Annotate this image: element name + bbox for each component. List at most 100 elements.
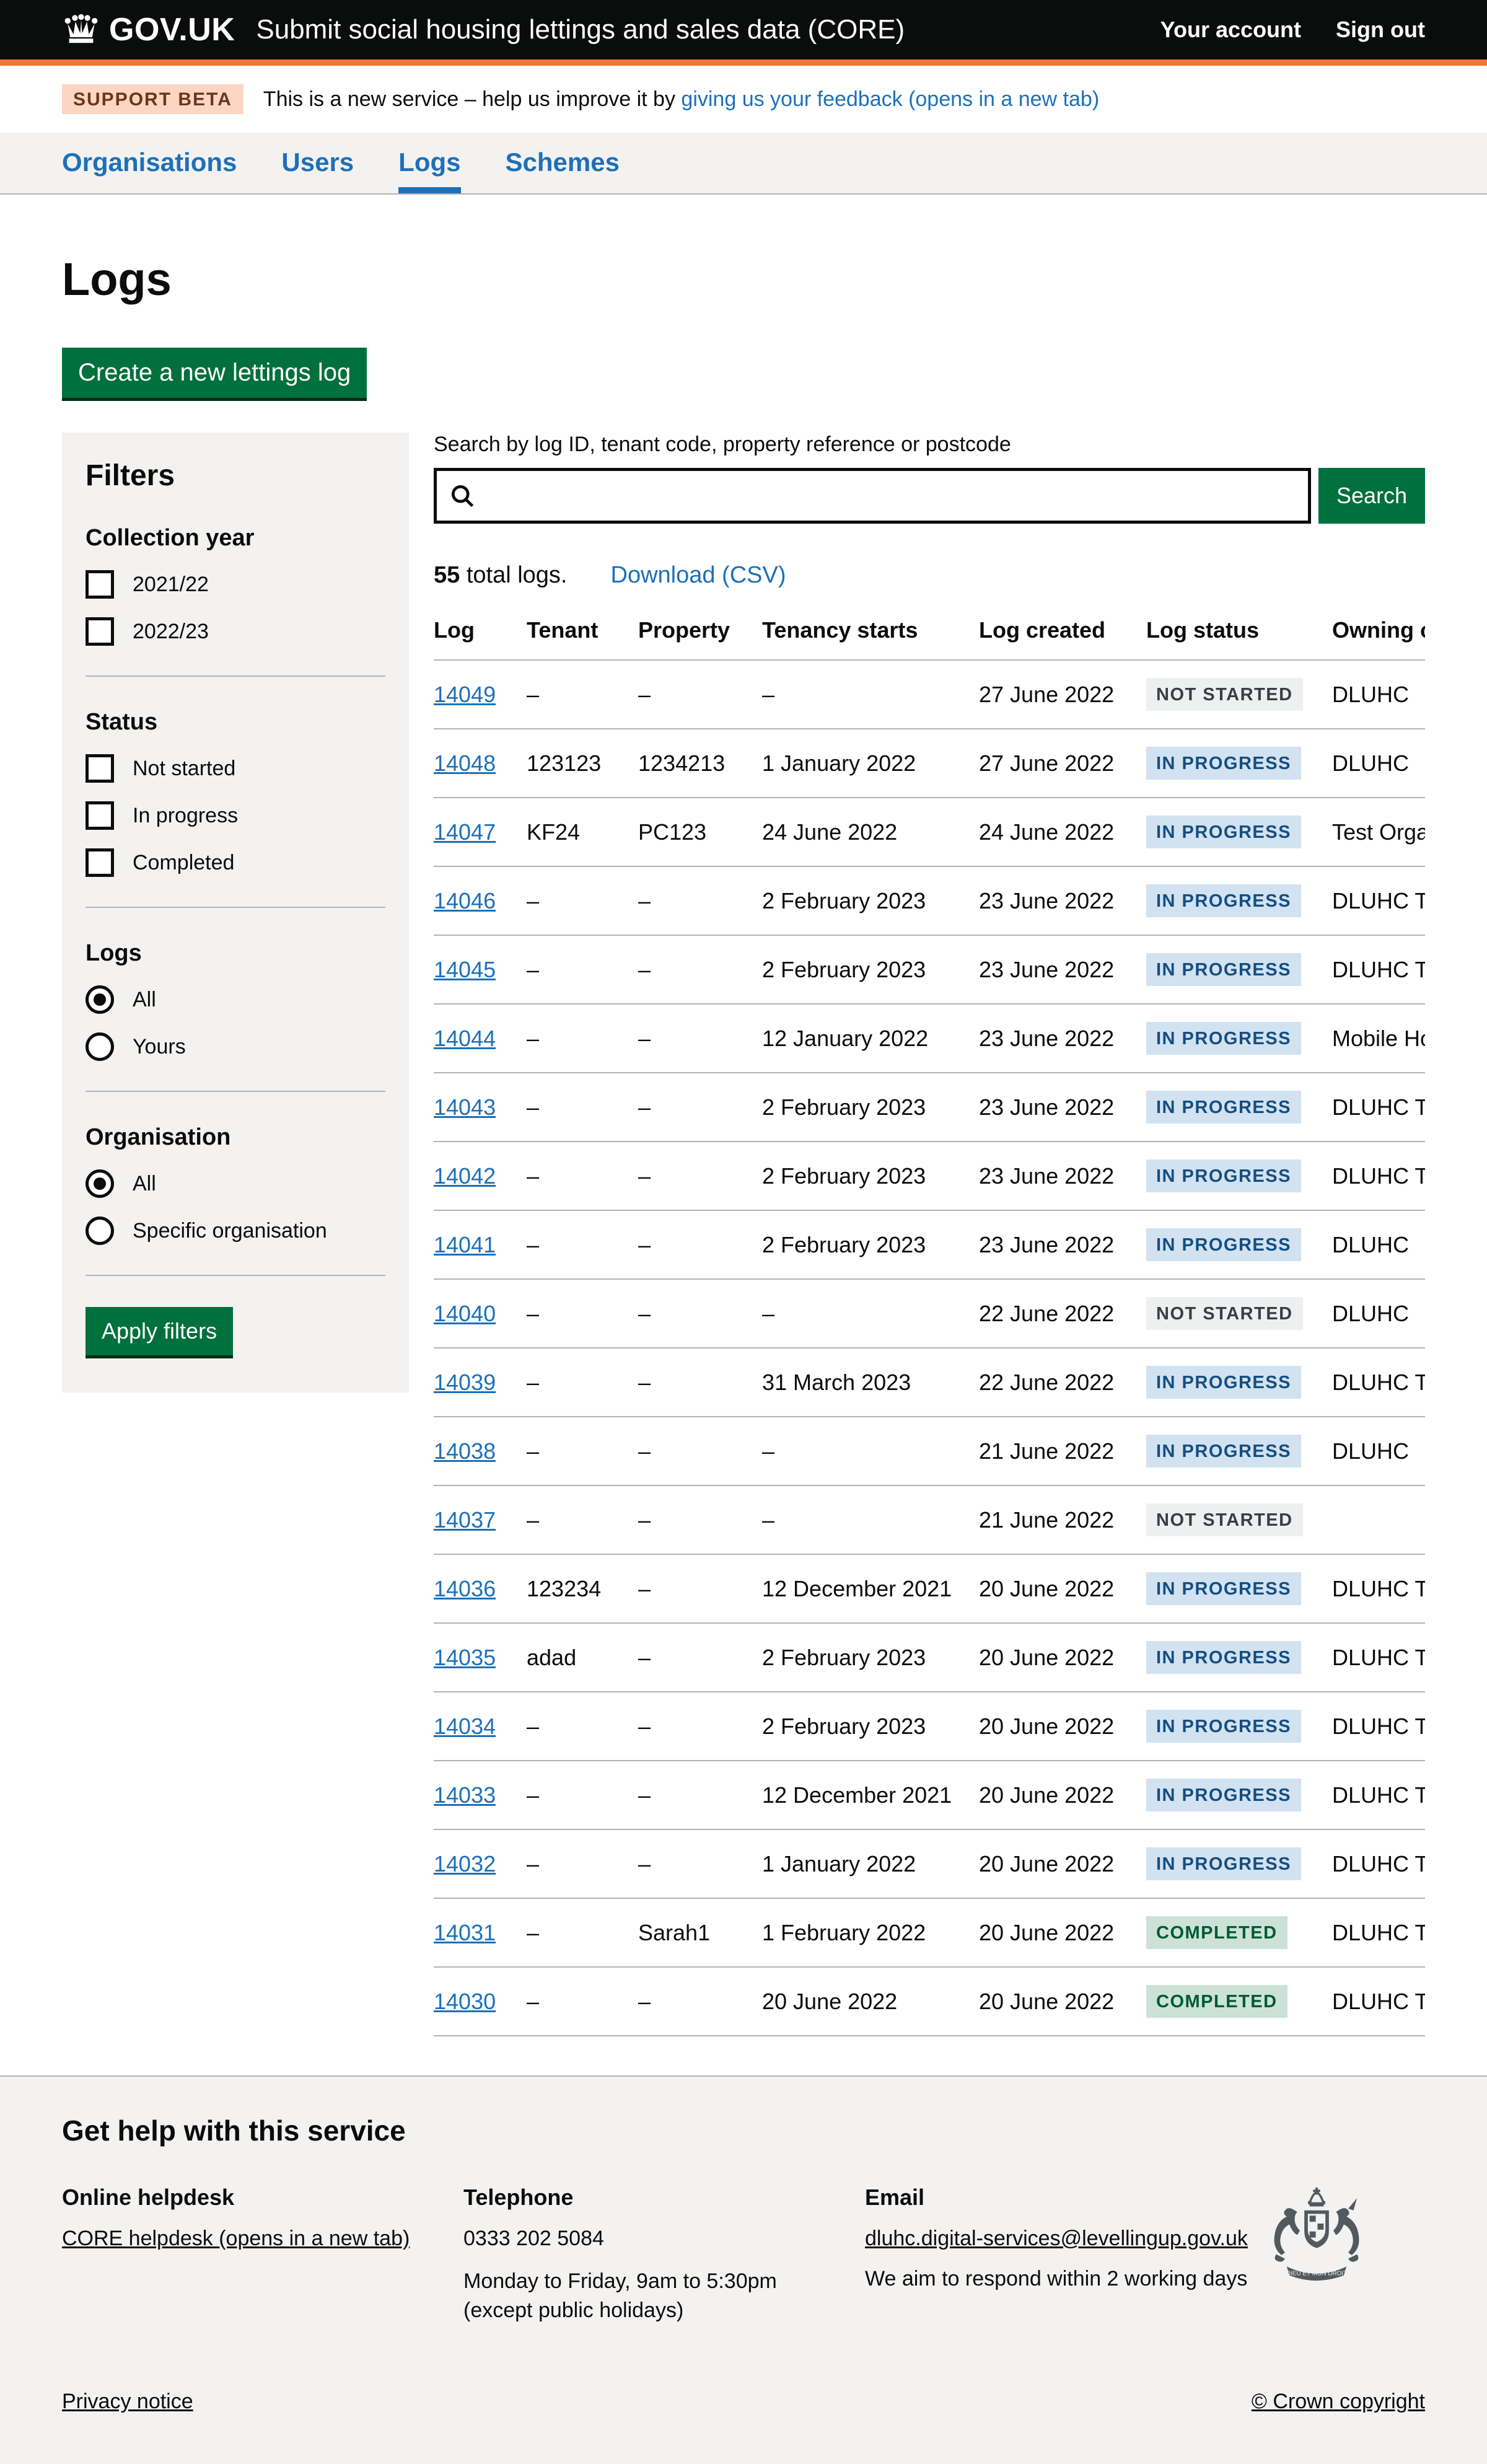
log-id-link[interactable]: 14031 [434, 1920, 496, 1945]
owning-organisation-cell: Mobile Housing [1332, 1004, 1425, 1073]
tenant-cell: 123234 [527, 1554, 638, 1623]
log-id-link[interactable]: 14040 [434, 1301, 496, 1326]
feedback-link[interactable]: giving us your feedback (opens in a new … [681, 87, 1099, 111]
footer-online-helpdesk: Online helpdesk CORE helpdesk (opens in … [62, 2185, 463, 2323]
log-id-link[interactable]: 14042 [434, 1163, 496, 1189]
support-beta-tag: SUPPORT BETA [62, 84, 243, 114]
core-helpdesk-link[interactable]: CORE helpdesk (opens in a new tab) [62, 2227, 410, 2251]
apply-filters-button[interactable]: Apply filters [86, 1307, 233, 1355]
log-id-link[interactable]: 14035 [434, 1645, 496, 1670]
service-name-link[interactable]: Submit social housing lettings and sales… [256, 14, 905, 45]
owning-organisation-cell: DLUHC [1332, 1417, 1425, 1485]
nav-item-users[interactable]: Users [281, 133, 354, 193]
log-id-link[interactable]: 14049 [434, 682, 496, 707]
radio-button[interactable] [86, 985, 114, 1014]
log-created-cell: 20 June 2022 [979, 1554, 1146, 1623]
property-cell: – [638, 1004, 762, 1073]
log-id-link[interactable]: 14044 [434, 1026, 496, 1051]
table-row: 14042––2 February 202323 June 2022IN PRO… [434, 1142, 1425, 1210]
log-id-link[interactable]: 14037 [434, 1507, 496, 1533]
radio-button[interactable] [86, 1217, 114, 1245]
table-row: 14034––2 February 202320 June 2022IN PRO… [434, 1692, 1425, 1761]
checkbox-2021-22[interactable]: 2021/22 [86, 570, 385, 599]
tenant-cell: – [527, 1761, 638, 1829]
your-account-link[interactable]: Your account [1160, 17, 1301, 43]
create-lettings-log-button[interactable]: Create a new lettings log [62, 348, 367, 398]
property-cell: 1234213 [638, 729, 762, 798]
checkbox-box[interactable] [86, 801, 114, 830]
log-created-cell: 21 June 2022 [979, 1485, 1146, 1554]
log-created-cell: 23 June 2022 [979, 1004, 1146, 1073]
checkbox-box[interactable] [86, 570, 114, 599]
checkbox-in-progress[interactable]: In progress [86, 801, 385, 830]
status-tag: IN PROGRESS [1146, 1022, 1301, 1055]
log-id-link[interactable]: 14036 [434, 1576, 496, 1601]
log-status-cell: IN PROGRESS [1146, 1761, 1332, 1829]
nav-item-organisations[interactable]: Organisations [62, 133, 237, 193]
checkbox-2022-23[interactable]: 2022/23 [86, 617, 385, 646]
radio-button[interactable] [86, 1169, 114, 1198]
log-status-cell: IN PROGRESS [1146, 1554, 1332, 1623]
log-id-link[interactable]: 14043 [434, 1094, 496, 1120]
status-tag: IN PROGRESS [1146, 1435, 1301, 1467]
property-cell: – [638, 1829, 762, 1898]
log-id-link[interactable]: 14032 [434, 1851, 496, 1877]
status-tag: IN PROGRESS [1146, 1228, 1301, 1261]
nav-item-logs[interactable]: Logs [398, 133, 460, 193]
column-header-log-status: Log status [1146, 617, 1332, 660]
log-id-link[interactable]: 14033 [434, 1782, 496, 1808]
email-link[interactable]: dluhc.digital-services@levellingup.gov.u… [865, 2227, 1248, 2251]
telephone-number: 0333 202 5084 [463, 2227, 865, 2251]
owning-organisation-cell: DLUHC Test [1332, 1967, 1425, 2036]
sign-out-link[interactable]: Sign out [1336, 17, 1425, 43]
property-cell: – [638, 1073, 762, 1142]
phase-banner-message: This is a new service – help us improve … [263, 87, 682, 111]
checkbox-completed[interactable]: Completed [86, 848, 385, 877]
radio-organisation-specific[interactable]: Specific organisation [86, 1217, 385, 1245]
checkbox-box[interactable] [86, 754, 114, 783]
log-status-cell: COMPLETED [1146, 1967, 1332, 2036]
tenant-cell: – [527, 1073, 638, 1142]
log-id-link[interactable]: 14045 [434, 957, 496, 982]
search-input[interactable] [434, 468, 1311, 524]
govuk-logo[interactable]: GOV.UK [62, 11, 235, 48]
radio-organisation-all[interactable]: All [86, 1169, 385, 1198]
privacy-notice-link[interactable]: Privacy notice [62, 2390, 193, 2414]
radio-logs-yours[interactable]: Yours [86, 1032, 385, 1061]
log-id-link[interactable]: 14030 [434, 1989, 496, 2014]
table-row: 14033––12 December 202120 June 2022IN PR… [434, 1761, 1425, 1829]
owning-organisation-cell: DLUHC Test [1332, 1692, 1425, 1761]
checkbox-box[interactable] [86, 848, 114, 877]
table-row: 14045––2 February 202323 June 2022IN PRO… [434, 935, 1425, 1004]
search-button[interactable]: Search [1318, 468, 1425, 524]
log-id-cell: 14031 [434, 1898, 527, 1967]
log-id-link[interactable]: 14038 [434, 1438, 496, 1464]
log-id-link[interactable]: 14034 [434, 1714, 496, 1739]
owning-organisation-cell: DLUHC Test [1332, 1554, 1425, 1623]
checkbox-not-started[interactable]: Not started [86, 754, 385, 783]
nav-item-schemes[interactable]: Schemes [506, 133, 620, 193]
tenancy-starts-cell: 2 February 2023 [762, 935, 979, 1004]
table-row: 14049–––27 June 2022NOT STARTEDDLUHC [434, 660, 1425, 729]
radio-button[interactable] [86, 1032, 114, 1061]
radio-logs-all[interactable]: All [86, 985, 385, 1014]
log-status-cell: IN PROGRESS [1146, 1210, 1332, 1279]
table-row: 14043––2 February 202323 June 2022IN PRO… [434, 1073, 1425, 1142]
owning-organisation-cell: DLUHC Test [1332, 1623, 1425, 1692]
log-id-cell: 14049 [434, 660, 527, 729]
log-id-link[interactable]: 14041 [434, 1232, 496, 1257]
download-csv-link[interactable]: Download (CSV) [611, 562, 786, 589]
property-cell: – [638, 1623, 762, 1692]
log-id-link[interactable]: 14046 [434, 888, 496, 913]
log-id-link[interactable]: 14039 [434, 1370, 496, 1395]
tenancy-starts-cell: 2 February 2023 [762, 1692, 979, 1761]
footer-telephone: Telephone 0333 202 5084 Monday to Friday… [463, 2185, 865, 2323]
crown-copyright-link[interactable]: © Crown copyright [1252, 2390, 1425, 2414]
log-status-cell: IN PROGRESS [1146, 1142, 1332, 1210]
table-row: 14037–––21 June 2022NOT STARTED [434, 1485, 1425, 1554]
log-id-link[interactable]: 14048 [434, 750, 496, 776]
log-id-cell: 14039 [434, 1348, 527, 1417]
owning-organisation-cell: Test Organisation [1332, 798, 1425, 866]
checkbox-box[interactable] [86, 617, 114, 646]
log-id-link[interactable]: 14047 [434, 819, 496, 845]
